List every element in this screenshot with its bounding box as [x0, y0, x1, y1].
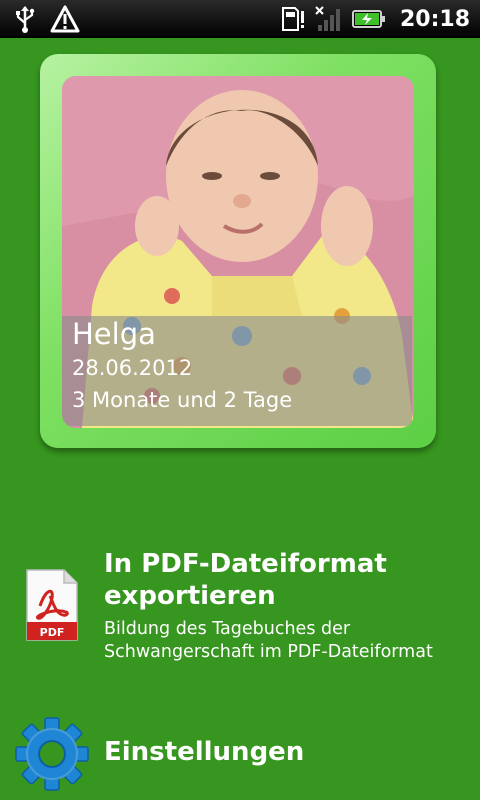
pdf-icon-label: PDF	[40, 626, 65, 639]
export-pdf-title: In PDF-Dateiformat exportieren	[104, 549, 387, 611]
birth-date: 28.06.2012	[72, 356, 193, 380]
baby-photo-card[interactable]: Helga 28.06.2012 3 Monate und 2 Tage	[40, 54, 436, 448]
photo-caption: Helga 28.06.2012 3 Monate und 2 Tage	[62, 316, 412, 426]
gear-icon	[0, 712, 104, 792]
battery-charging-icon	[351, 8, 386, 30]
sdcard-icon	[280, 6, 306, 32]
status-bar: 20:18	[0, 0, 480, 38]
child-age: 3 Monate und 2 Tage	[72, 388, 293, 412]
settings-item[interactable]: Einstellungen	[0, 712, 480, 792]
warning-icon	[50, 5, 80, 33]
export-pdf-description: Bildung des Tagebuches der Schwangerscha…	[104, 619, 433, 662]
pdf-file-icon: PDF	[0, 548, 104, 664]
child-name: Helga	[72, 317, 156, 351]
clock: 20:18	[399, 6, 470, 32]
usb-icon	[14, 5, 36, 33]
settings-title: Einstellungen	[104, 737, 305, 767]
baby-photo: Helga 28.06.2012 3 Monate und 2 Tage	[62, 76, 414, 428]
export-pdf-item[interactable]: PDF In PDF-Dateiformat exportieren Bildu…	[0, 548, 480, 664]
no-signal-icon	[314, 5, 344, 33]
